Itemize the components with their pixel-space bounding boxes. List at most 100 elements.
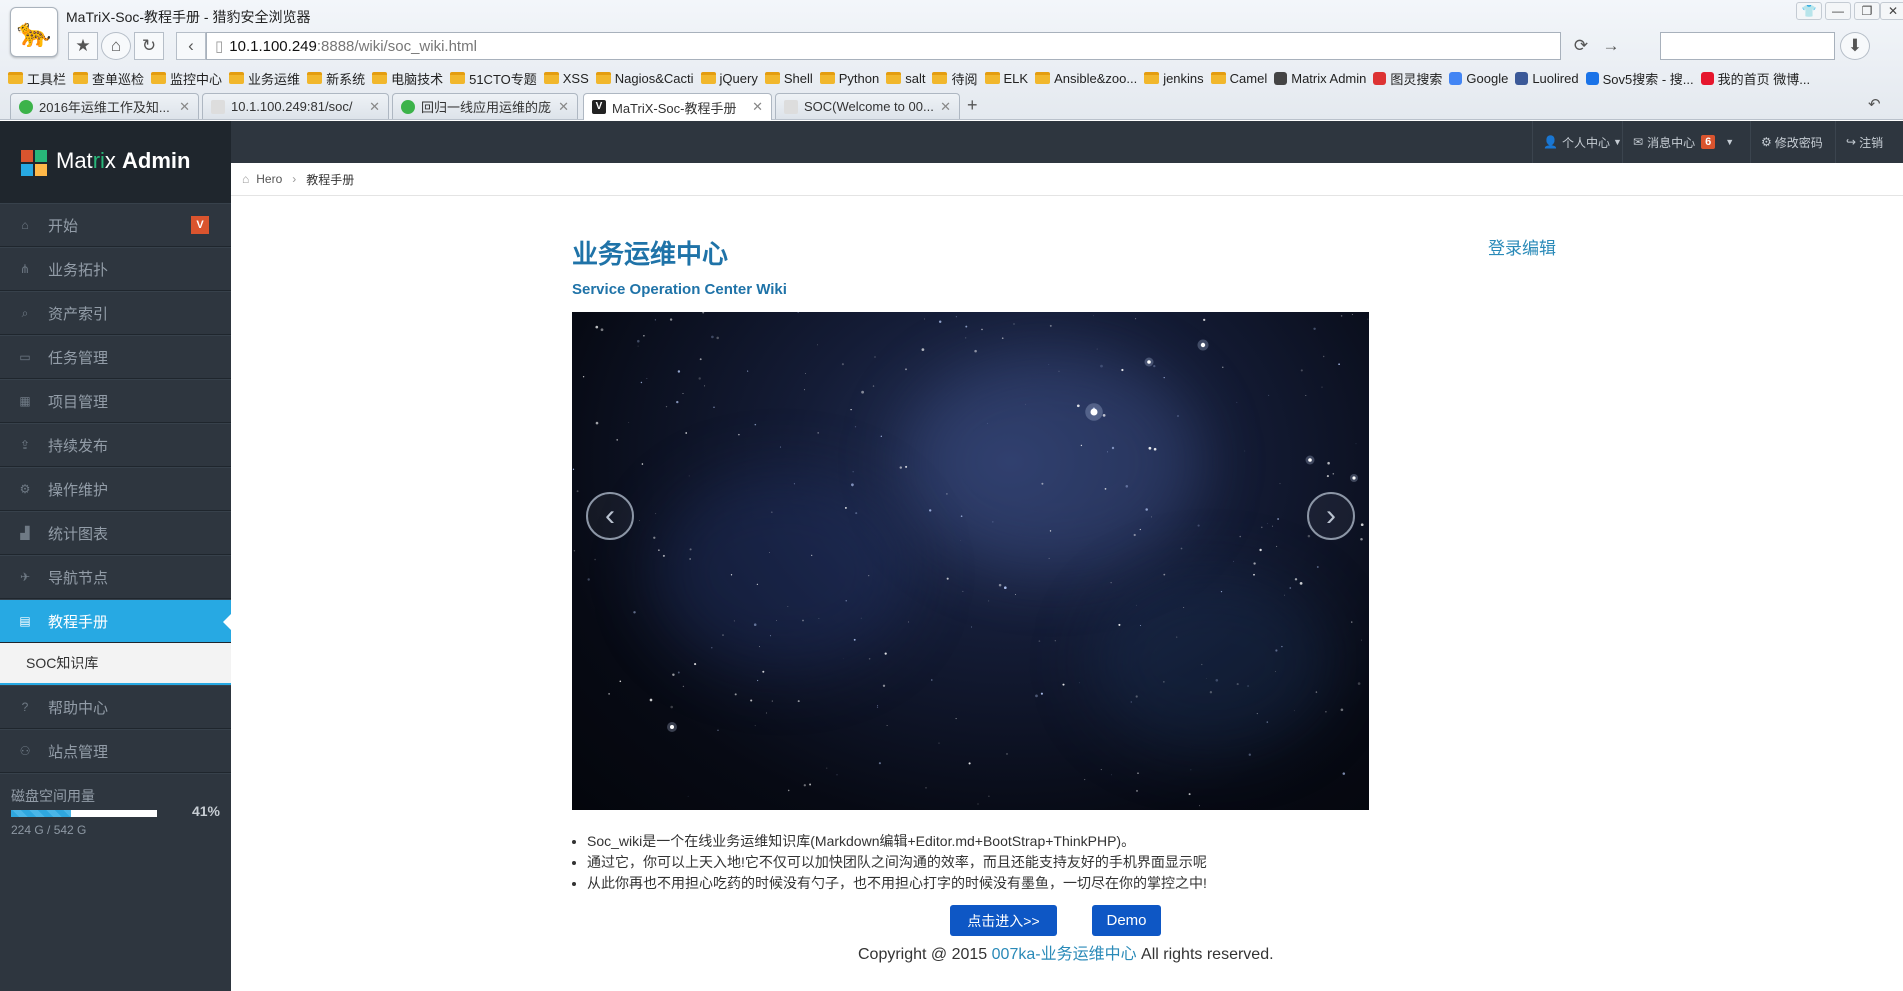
refresh-icon[interactable]: ↻ bbox=[134, 32, 164, 60]
browser-tab-active[interactable]: V MaTriX-Soc-教程手册 ✕ bbox=[583, 93, 772, 120]
description-item: 通过它，你可以上天入地!它不仅可以加快团队之间沟通的效率，而且还能支持友好的手机… bbox=[587, 852, 1207, 873]
tab-close-icon[interactable]: ✕ bbox=[558, 99, 569, 115]
sidebar-item-help[interactable]: ? 帮助中心 bbox=[0, 685, 231, 729]
folder-icon bbox=[543, 72, 559, 84]
bookmark-item[interactable]: Python bbox=[819, 71, 879, 86]
app-logo[interactable]: Matrix Admin bbox=[0, 121, 231, 203]
breadcrumb-home[interactable]: Hero bbox=[256, 172, 282, 186]
bookmark-item[interactable]: Shell bbox=[764, 71, 813, 86]
browser-tab[interactable]: SOC(Welcome to 00... ✕ bbox=[775, 93, 960, 119]
maximize-icon[interactable]: ❐ bbox=[1854, 2, 1880, 20]
bookmark-item[interactable]: 工具栏 bbox=[8, 69, 66, 88]
bookmark-item[interactable]: Sov5搜索 - 搜... bbox=[1585, 69, 1694, 88]
folder-icon bbox=[1144, 72, 1160, 84]
sidebar-item-tasks[interactable]: ▭ 任务管理 bbox=[0, 335, 231, 379]
tab-close-icon[interactable]: ✕ bbox=[369, 99, 380, 115]
folder-icon bbox=[1035, 72, 1051, 84]
sidebar-item-assets[interactable]: ⌕ 资产索引 bbox=[0, 291, 231, 335]
site-favicon-icon bbox=[1274, 71, 1288, 85]
carousel-prev-button[interactable]: ‹ bbox=[586, 492, 634, 540]
browser-logo-icon[interactable]: 🐆 bbox=[10, 7, 58, 57]
enter-button[interactable]: 点击进入>> bbox=[950, 905, 1057, 936]
copyright-link[interactable]: 007ka-业务运维中心 bbox=[992, 946, 1137, 963]
bookmark-item[interactable]: Google bbox=[1449, 71, 1508, 86]
bookmark-item[interactable]: 业务运维 bbox=[229, 69, 300, 88]
bookmark-item[interactable]: ELK bbox=[984, 71, 1028, 86]
change-password-button[interactable]: ⚙ 修改密码 bbox=[1750, 121, 1833, 163]
bookmark-item[interactable]: 图灵搜索 bbox=[1373, 69, 1442, 88]
bookmark-item[interactable]: Nagios&Cacti bbox=[595, 71, 694, 86]
wechat-icon bbox=[401, 99, 415, 114]
compat-icon[interactable]: ⟳ bbox=[1566, 32, 1596, 60]
carousel-next-button[interactable]: › bbox=[1307, 492, 1355, 540]
bookmark-item[interactable]: Camel bbox=[1210, 71, 1267, 86]
page-icon bbox=[211, 99, 225, 114]
description-item: Soc_wiki是一个在线业务运维知识库(Markdown编辑+Editor.m… bbox=[587, 831, 1207, 852]
home-icon[interactable]: ⌂ bbox=[101, 32, 131, 60]
profile-menu[interactable]: 👤 个人中心 ▼ bbox=[1532, 121, 1632, 163]
demo-button[interactable]: Demo bbox=[1092, 905, 1161, 936]
close-icon[interactable]: ✕ bbox=[1880, 2, 1903, 20]
sidebar-item-release[interactable]: ⇪ 持续发布 bbox=[0, 423, 231, 467]
messages-menu[interactable]: ✉ 消息中心 6 ▼ bbox=[1622, 121, 1746, 163]
bookmark-item[interactable]: 电脑技术 bbox=[372, 69, 443, 88]
bookmark-item[interactable]: jQuery bbox=[700, 71, 758, 86]
tab-close-icon[interactable]: ✕ bbox=[940, 99, 951, 115]
sidebar-item-topology[interactable]: ⋔ 业务拓扑 bbox=[0, 247, 231, 291]
bookmark-item[interactable]: 待阅 bbox=[932, 69, 978, 88]
home-icon: ⌂ bbox=[21, 218, 29, 232]
tab-close-icon[interactable]: ✕ bbox=[179, 99, 190, 115]
bookmark-item[interactable]: 51CTO专题 bbox=[450, 69, 537, 88]
folder-icon bbox=[450, 72, 466, 84]
sidebar-item-projects[interactable]: ▦ 项目管理 bbox=[0, 379, 231, 423]
home-icon: ⌂ bbox=[242, 172, 250, 186]
image-carousel[interactable]: ‹ › bbox=[572, 312, 1369, 810]
back-icon[interactable]: ‹ bbox=[176, 32, 206, 60]
sidebar-item-sites[interactable]: ⚇ 站点管理 bbox=[0, 729, 231, 773]
minimize-icon[interactable]: — bbox=[1825, 2, 1851, 20]
bookmark-item[interactable]: Luolired bbox=[1515, 71, 1579, 86]
bookmark-item[interactable]: salt bbox=[886, 71, 925, 86]
site-favicon-icon bbox=[1585, 71, 1599, 85]
tab-strip: 2016年运维工作及知... ✕ 10.1.100.249:81/soc/ ✕ … bbox=[0, 93, 1903, 120]
sidebar-subitem-soc-kb[interactable]: SOC知识库 bbox=[0, 643, 231, 685]
bookmark-item[interactable]: 监控中心 bbox=[151, 69, 222, 88]
browser-tab[interactable]: 2016年运维工作及知... ✕ bbox=[10, 93, 199, 119]
undo-icon[interactable]: ↶ bbox=[1868, 95, 1881, 113]
sidebar-item-start[interactable]: ⌂ 开始 V bbox=[0, 203, 231, 247]
bookmark-item[interactable]: jenkins bbox=[1144, 71, 1204, 86]
page-icon bbox=[784, 99, 798, 114]
bookmark-item[interactable]: 查单巡检 bbox=[73, 69, 144, 88]
inbox-icon: ▭ bbox=[19, 350, 31, 364]
folder-icon bbox=[8, 72, 23, 84]
start-badge: V bbox=[191, 216, 209, 234]
logout-button[interactable]: ↪ 注销 bbox=[1835, 121, 1893, 163]
login-edit-link[interactable]: 登录编辑 bbox=[1488, 234, 1556, 259]
address-bar[interactable]: ▯ 10.1.100.249:8888/wiki/soc_wiki.html bbox=[206, 32, 1561, 60]
search-input[interactable] bbox=[1660, 32, 1835, 60]
browser-tab[interactable]: 回归一线应用运维的庞... ✕ bbox=[392, 93, 578, 119]
bookmark-item[interactable]: 新系统 bbox=[307, 69, 365, 88]
upload-icon: ⇪ bbox=[19, 438, 31, 452]
bookmark-item[interactable]: 我的首页 微博... bbox=[1700, 69, 1810, 88]
bookmark-item[interactable]: XSS bbox=[543, 71, 589, 86]
sidebar-item-tutorial[interactable]: ▤ 教程手册 bbox=[0, 599, 231, 643]
download-icon[interactable]: ⬇ bbox=[1840, 32, 1870, 60]
browser-tab[interactable]: 10.1.100.249:81/soc/ ✕ bbox=[202, 93, 389, 119]
disk-usage-fill bbox=[11, 810, 71, 817]
site-favicon-icon bbox=[1700, 71, 1714, 85]
tab-close-icon[interactable]: ✕ bbox=[752, 99, 763, 115]
page-subtitle: Service Operation Center Wiki bbox=[572, 281, 787, 298]
bookmark-item[interactable]: Ansible&zoo... bbox=[1035, 71, 1137, 86]
caret-down-icon: ▼ bbox=[1725, 137, 1735, 147]
sidebar-item-operations[interactable]: ⚙ 操作维护 bbox=[0, 467, 231, 511]
skin-icon[interactable]: 👕 bbox=[1796, 2, 1822, 20]
sidebar-item-charts[interactable]: ▟ 统计图表 bbox=[0, 511, 231, 555]
forward-icon[interactable]: → bbox=[1596, 32, 1626, 60]
new-tab-icon[interactable]: + bbox=[967, 95, 978, 116]
folder-icon bbox=[700, 72, 716, 84]
folder-icon bbox=[151, 72, 167, 84]
sidebar-item-navigation[interactable]: ✈ 导航节点 bbox=[0, 555, 231, 599]
bookmark-star-icon[interactable]: ★ bbox=[68, 32, 98, 60]
bookmark-item[interactable]: Matrix Admin bbox=[1274, 71, 1366, 86]
